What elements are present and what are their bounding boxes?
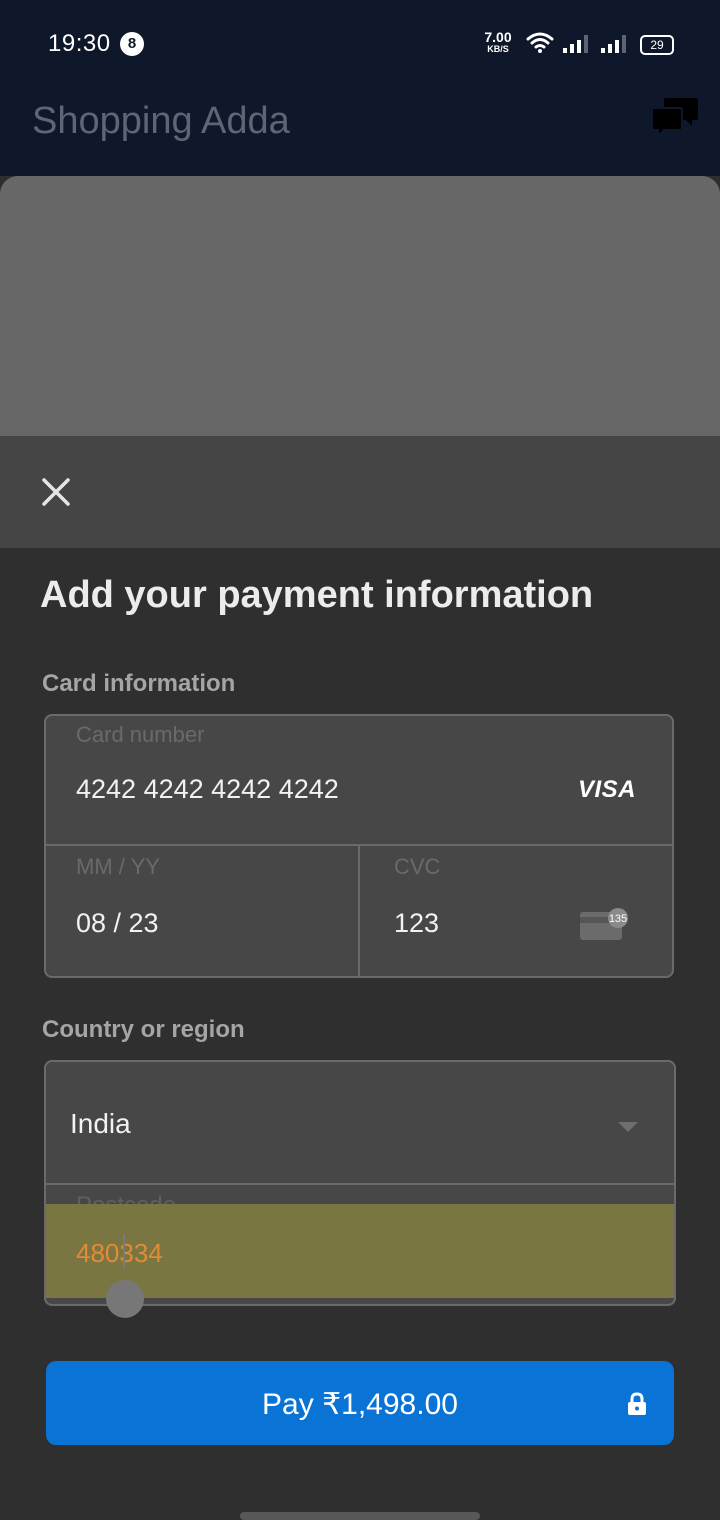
status-time: 19:30 [48, 30, 111, 57]
card-information-label: Card information [42, 670, 236, 697]
chat-bubbles-icon[interactable] [650, 96, 700, 142]
notification-badge: 8 [120, 32, 144, 56]
cvc-card-icon: 135 [580, 908, 628, 940]
wifi-icon [526, 32, 554, 53]
pay-button-label: Pay ₹1,498.00 [262, 1388, 458, 1421]
country-region-label: Country or region [42, 1016, 245, 1043]
battery-icon: 29 [640, 35, 674, 55]
sheet-header [0, 436, 720, 548]
cvc-label: CVC [394, 854, 441, 879]
country-divider [46, 1183, 674, 1185]
card-divider [46, 844, 674, 846]
pay-button[interactable]: Pay ₹1,498.00 [46, 1361, 674, 1445]
dropdown-arrow-icon[interactable] [618, 1122, 638, 1132]
country-select[interactable]: India [70, 1108, 131, 1140]
network-speed-unit: KB/S [487, 44, 509, 54]
card-number-field[interactable]: 4242 4242 4242 4242 [76, 774, 339, 805]
app-title: Shopping Adda [32, 100, 290, 142]
lock-icon [628, 1392, 646, 1415]
postcode-field[interactable]: 480334 [76, 1238, 163, 1269]
cursor-handle[interactable] [106, 1280, 144, 1318]
cell-signal-2-icon [601, 35, 626, 53]
network-speed-value: 7.00 [484, 29, 512, 45]
cell-signal-icon [563, 35, 588, 53]
sheet-title: Add your payment information [40, 574, 594, 616]
cvc-field[interactable]: 123 [394, 908, 439, 939]
text-cursor [123, 1234, 125, 1268]
expiry-field[interactable]: 08 / 23 [76, 908, 159, 939]
visa-logo: VISA [578, 776, 637, 803]
home-indicator [240, 1512, 480, 1520]
cvc-icon-text: 135 [609, 913, 627, 925]
close-icon[interactable] [40, 476, 72, 508]
network-speed: 7.00 KB/S [480, 30, 516, 54]
background-content-overlay [0, 176, 720, 436]
card-number-label: Card number [76, 722, 205, 747]
card-divider-vertical [358, 846, 360, 978]
expiry-label: MM / YY [76, 854, 160, 879]
